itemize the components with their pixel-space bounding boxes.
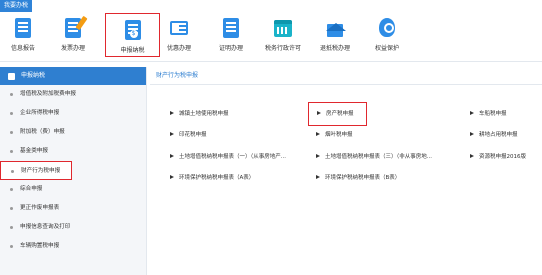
- sidebar-item[interactable]: 申报信息查询及打印: [0, 218, 146, 237]
- tool-rights-protection[interactable]: 权益保护: [364, 12, 410, 58]
- sidebar-header[interactable]: 申报纳税: [0, 67, 146, 85]
- sidebar: 申报纳税 增值税及附加税费申报 企业所得税申报 附加税（费）申报 基金类申报 财…: [0, 67, 147, 275]
- sidebar-item[interactable]: 车辆购置税申报: [0, 237, 146, 256]
- tool-refund[interactable]: 退抵税办理: [312, 12, 358, 58]
- tool-invoice[interactable]: 发票办理: [50, 12, 96, 58]
- tool-preferential[interactable]: 优惠办理: [156, 12, 202, 58]
- link-farmland-tax[interactable]: 耕地占用税申报: [470, 131, 518, 139]
- link-vehicle-tax[interactable]: 车船税申报: [470, 110, 507, 118]
- sidebar-item[interactable]: 更正作废申报表: [0, 199, 146, 218]
- building-icon: [326, 23, 346, 37]
- sidebar-item[interactable]: 综合申报: [0, 180, 146, 199]
- link-resource-tax[interactable]: 资源税申报2016版: [470, 153, 526, 161]
- link-env-tax-a[interactable]: 环境保护税纳税申报表（A表）: [170, 174, 254, 182]
- tool-label: 退抵税办理: [319, 45, 350, 52]
- sidebar-item[interactable]: 增值税及附加税费申报: [0, 85, 146, 104]
- link-tobacco-tax[interactable]: 烟叶税申报: [316, 131, 353, 139]
- link-stamp-tax[interactable]: 印花税申报: [170, 131, 207, 139]
- clipboard-icon: [15, 18, 31, 38]
- tool-info-report[interactable]: 信息报告: [0, 12, 46, 58]
- sidebar-item[interactable]: 附加税（费）申报: [0, 123, 146, 142]
- tool-label: 优惠办理: [166, 45, 191, 52]
- list-icon: [8, 72, 15, 80]
- link-env-tax-b[interactable]: 环境保护税纳税申报表（B表）: [316, 174, 400, 182]
- tool-label: 信息报告: [10, 45, 35, 52]
- link-land-use-tax[interactable]: 城镇土地使用税申报: [170, 110, 229, 118]
- tool-label: 税务行政许可: [264, 45, 301, 52]
- tool-label: 证明办理: [218, 45, 243, 52]
- sidebar-item-property-tax[interactable]: 财产行为税申报: [0, 161, 72, 180]
- tool-label: 权益保护: [374, 45, 399, 52]
- sidebar-item[interactable]: 基金类申报: [0, 142, 146, 161]
- tool-admin-license[interactable]: 税务行政许可: [260, 12, 306, 58]
- id-card-icon: [170, 21, 188, 35]
- page-title: 财产行为税申报: [150, 67, 542, 85]
- main-panel: 财产行为税申报 城镇土地使用税申报 房产税申报 车船税申报 印花税申报 烟叶税申…: [150, 67, 542, 275]
- link-property-tax[interactable]: 房产税申报: [308, 102, 367, 126]
- tool-label: 发票办理: [60, 45, 85, 52]
- shield-icon: [379, 18, 395, 37]
- brand-tab[interactable]: 我要办税: [0, 0, 33, 12]
- link-land-vat-1[interactable]: 土地增值税纳税申报表（一）（从事房地产...: [170, 153, 286, 161]
- link-land-vat-3[interactable]: 土地增值税纳税申报表（三）（非从事房地...: [316, 153, 432, 161]
- calendar-icon: [274, 20, 292, 37]
- declare-icon: $: [124, 20, 141, 40]
- tool-declare[interactable]: $ 申报纳税: [105, 13, 160, 57]
- document-icon: [223, 18, 239, 38]
- sidebar-item[interactable]: 企业所得税申报: [0, 104, 146, 123]
- top-toolbar: 我要办税 信息报告 发票办理 $ 申报纳税 优惠办理 证明办理 税务行政许可 退…: [0, 0, 542, 62]
- tool-certificate[interactable]: 证明办理: [208, 12, 254, 58]
- sidebar-title: 申报纳税: [21, 72, 46, 79]
- tool-label: 申报纳税: [120, 47, 145, 54]
